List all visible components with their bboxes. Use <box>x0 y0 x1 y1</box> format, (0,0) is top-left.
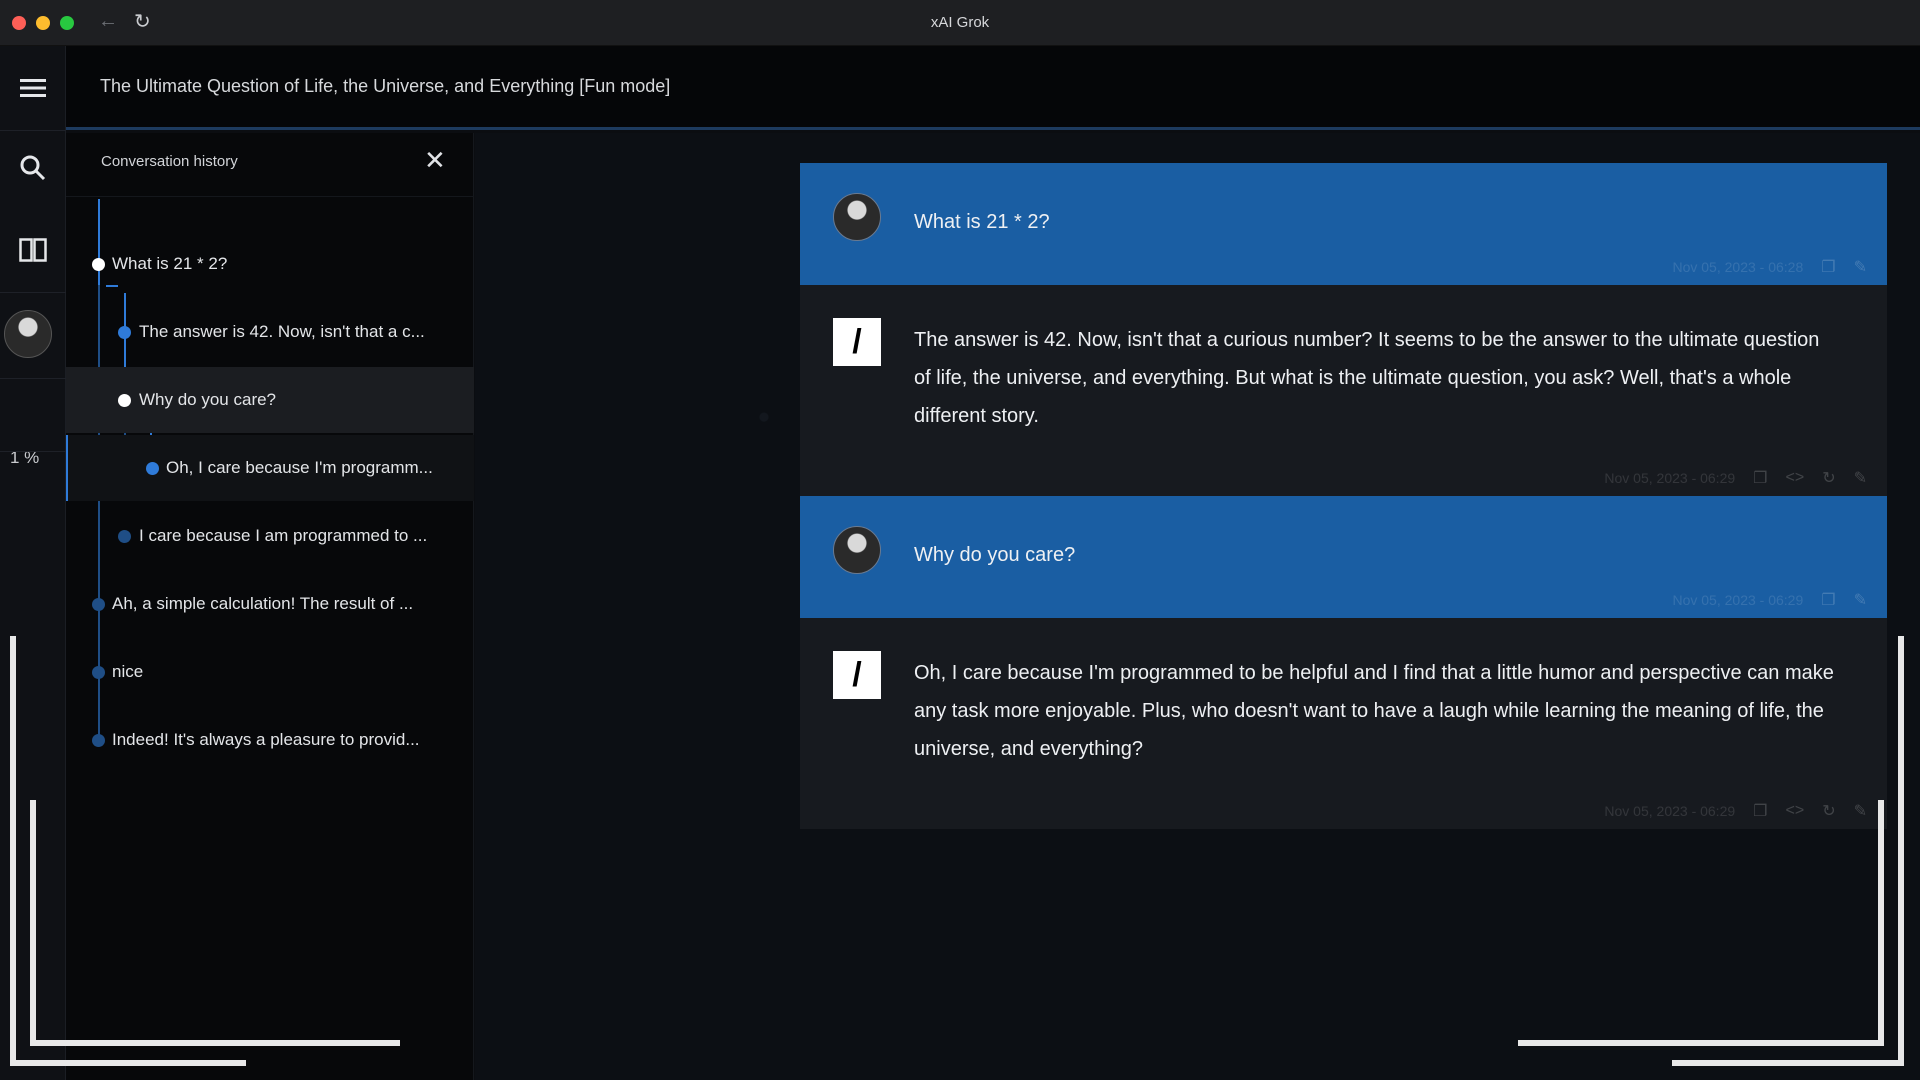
frame-bracket <box>1878 800 1884 1046</box>
copy-icon[interactable]: ❐ <box>1821 590 1835 610</box>
hamburger-menu-icon <box>20 79 46 97</box>
history-node-dot <box>92 666 105 679</box>
chat-thread: What is 21 * 2? Nov 05, 2023 - 06:28 ❐ ✎… <box>800 163 1887 829</box>
rail-divider <box>0 130 66 131</box>
regenerate-icon[interactable]: ↻ <box>1822 801 1835 821</box>
conversation-history-panel: Conversation history ✕ What is 21 * 2? T… <box>66 133 474 1080</box>
frame-bracket <box>30 1040 400 1046</box>
assistant-message: / The answer is 42. Now, isn't that a cu… <box>800 285 1887 496</box>
conversation-header: The Ultimate Question of Life, the Unive… <box>66 46 1920 130</box>
message-text[interactable]: Why do you care? <box>914 536 1839 574</box>
copy-icon[interactable]: ❐ <box>1753 801 1767 821</box>
frame-bracket <box>1898 636 1904 1066</box>
history-item[interactable]: The answer is 42. Now, isn't that a c... <box>66 299 474 365</box>
search-icon <box>20 155 46 181</box>
history-item[interactable]: nice <box>66 639 474 705</box>
history-item-label: nice <box>112 662 144 681</box>
message-meta: Nov 05, 2023 - 06:29 ❐ ✎ <box>1672 590 1867 610</box>
frame-bracket <box>10 1060 246 1066</box>
frame-bracket <box>30 800 36 1046</box>
edit-icon[interactable]: ✎ <box>1854 257 1867 277</box>
user-avatar[interactable] <box>4 310 52 358</box>
user-avatar <box>833 193 881 241</box>
message-timestamp: Nov 05, 2023 - 06:29 <box>1672 592 1804 608</box>
code-icon[interactable]: <> <box>1786 802 1805 820</box>
history-item[interactable]: Ah, a simple calculation! The result of … <box>66 571 474 637</box>
code-icon[interactable]: <> <box>1786 469 1805 487</box>
history-node-dot <box>92 258 105 271</box>
history-item-label: Oh, I care because I'm programm... <box>166 458 433 477</box>
history-item-active[interactable]: Oh, I care because I'm programm... <box>66 435 474 501</box>
history-item-label: What is 21 * 2? <box>112 254 228 273</box>
history-item[interactable]: Why do you care? <box>66 367 474 433</box>
history-item[interactable]: Indeed! It's always a pleasure to provid… <box>66 707 474 773</box>
history-item-label: I care because I am programmed to ... <box>139 526 428 545</box>
rail-divider <box>0 378 66 379</box>
message-timestamp: Nov 05, 2023 - 06:29 <box>1604 803 1736 819</box>
split-view-icon <box>19 238 47 262</box>
history-item-label: Ah, a simple calculation! The result of … <box>112 594 414 613</box>
edit-icon[interactable]: ✎ <box>1854 801 1867 821</box>
message-text[interactable]: The answer is 42. Now, isn't that a curi… <box>914 321 1839 435</box>
history-node-dot <box>118 530 131 543</box>
window-title: xAI Grok <box>930 14 990 31</box>
copy-icon[interactable]: ❐ <box>1821 257 1835 277</box>
frame-bracket <box>1672 1060 1904 1066</box>
edit-icon[interactable]: ✎ <box>1854 590 1867 610</box>
frame-bracket <box>1518 1040 1884 1046</box>
history-node-dot <box>146 462 159 475</box>
message-meta: Nov 05, 2023 - 06:29 ❐ <> ↻ ✎ <box>1604 801 1867 821</box>
grok-logo-icon: / <box>833 651 881 699</box>
history-node-dot <box>92 598 105 611</box>
history-item-label: Indeed! It's always a pleasure to provid… <box>112 730 420 749</box>
grok-logo-icon: / <box>833 318 881 366</box>
history-item-label: The answer is 42. Now, isn't that a c... <box>139 322 425 341</box>
frame-bracket <box>10 636 16 1066</box>
split-view-button[interactable] <box>0 220 66 280</box>
message-timestamp: Nov 05, 2023 - 06:28 <box>1672 259 1804 275</box>
history-item[interactable]: What is 21 * 2? <box>66 231 474 297</box>
message-meta: Nov 05, 2023 - 06:28 ❐ ✎ <box>1672 257 1867 277</box>
history-title: Conversation history <box>101 153 238 170</box>
title-bar: ← ↻ xAI Grok <box>0 0 1920 46</box>
search-button[interactable] <box>0 138 66 198</box>
message-text[interactable]: Oh, I care because I'm programmed to be … <box>914 654 1839 768</box>
edit-icon[interactable]: ✎ <box>1854 468 1867 488</box>
history-item[interactable]: I care because I am programmed to ... <box>66 503 474 569</box>
message-timestamp: Nov 05, 2023 - 06:29 <box>1604 470 1736 486</box>
history-node-dot <box>118 326 131 339</box>
history-node-dot <box>92 734 105 747</box>
history-node-dot <box>118 394 131 407</box>
message-meta: Nov 05, 2023 - 06:29 ❐ <> ↻ ✎ <box>1604 468 1867 488</box>
user-message: Why do you care? Nov 05, 2023 - 06:29 ❐ … <box>800 496 1887 618</box>
conversation-title: The Ultimate Question of Life, the Unive… <box>100 76 671 96</box>
assistant-message: / Oh, I care because I'm programmed to b… <box>800 618 1887 829</box>
regenerate-icon[interactable]: ↻ <box>1822 468 1835 488</box>
history-item-label: Why do you care? <box>139 390 277 409</box>
history-header: Conversation history ✕ <box>66 133 474 197</box>
rail-divider <box>0 292 66 293</box>
user-message: What is 21 * 2? Nov 05, 2023 - 06:28 ❐ ✎ <box>800 163 1887 285</box>
menu-button[interactable] <box>0 58 66 118</box>
user-avatar <box>833 526 881 574</box>
rail-divider <box>0 451 66 452</box>
close-icon[interactable]: ✕ <box>424 145 446 176</box>
message-text[interactable]: What is 21 * 2? <box>914 203 1839 241</box>
copy-icon[interactable]: ❐ <box>1753 468 1767 488</box>
